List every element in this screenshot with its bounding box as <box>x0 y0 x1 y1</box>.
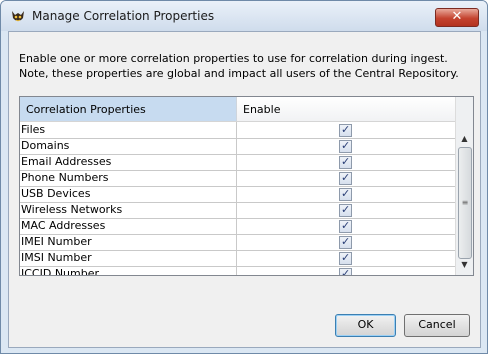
checkmark-icon: ✓ <box>341 123 351 136</box>
table-row[interactable]: USB Devices ✓ <box>20 186 455 203</box>
property-name: Phone Numbers <box>21 171 109 184</box>
enable-checkbox[interactable]: ✓ <box>339 155 352 169</box>
correlation-properties-table: Correlation Properties Enable Files ✓ Do… <box>19 96 474 276</box>
column-header-enable[interactable]: Enable <box>237 97 455 121</box>
enable-checkbox[interactable]: ✓ <box>339 219 352 233</box>
property-name: MAC Addresses <box>21 219 106 232</box>
table-header: Correlation Properties Enable <box>20 97 455 122</box>
table-row[interactable]: Files ✓ <box>20 122 455 139</box>
scrollbar-thumb[interactable]: ≡ <box>458 147 472 259</box>
enable-checkbox[interactable]: ✓ <box>339 171 352 185</box>
grip-icon: ≡ <box>461 198 469 207</box>
dialog-window: Manage Correlation Properties ✕ Enable o… <box>0 0 488 354</box>
title-bar[interactable]: Manage Correlation Properties ✕ <box>1 1 487 31</box>
table-row[interactable]: MAC Addresses ✓ <box>20 218 455 235</box>
property-name: Wireless Networks <box>21 203 123 216</box>
table-row[interactable]: IMEI Number ✓ <box>20 234 455 251</box>
description-text: Enable one or more correlation propertie… <box>19 52 459 80</box>
table-row[interactable]: Wireless Networks ✓ <box>20 202 455 219</box>
table-body: Files ✓ Domains ✓ Email Addresses ✓ Phon… <box>20 122 455 275</box>
checkmark-icon: ✓ <box>341 203 351 216</box>
property-name: Files <box>21 123 46 136</box>
table-row[interactable]: Phone Numbers ✓ <box>20 170 455 187</box>
close-button[interactable]: ✕ <box>435 8 479 27</box>
checkmark-icon: ✓ <box>341 187 351 200</box>
ok-button[interactable]: OK <box>335 314 396 337</box>
property-name: USB Devices <box>21 187 91 200</box>
enable-checkbox[interactable]: ✓ <box>339 267 352 275</box>
dialog-content: Enable one or more correlation propertie… <box>8 31 481 348</box>
table-row[interactable]: ICCID Number ✓ <box>20 266 455 275</box>
property-name: IMSI Number <box>21 251 92 264</box>
table-row[interactable]: IMSI Number ✓ <box>20 250 455 267</box>
property-name: Domains <box>21 139 70 152</box>
property-name: Email Addresses <box>21 155 112 168</box>
enable-checkbox[interactable]: ✓ <box>339 187 352 201</box>
app-logo-icon <box>12 11 24 22</box>
checkmark-icon: ✓ <box>341 219 351 232</box>
checkmark-icon: ✓ <box>341 267 351 275</box>
checkmark-icon: ✓ <box>341 171 351 184</box>
enable-checkbox[interactable]: ✓ <box>339 123 352 137</box>
table-row[interactable]: Domains ✓ <box>20 138 455 155</box>
enable-checkbox[interactable]: ✓ <box>339 203 352 217</box>
window-title: Manage Correlation Properties <box>32 9 215 23</box>
checkmark-icon: ✓ <box>341 139 351 152</box>
scroll-up-arrow-icon[interactable]: ▲ <box>456 131 473 146</box>
enable-checkbox[interactable]: ✓ <box>339 251 352 265</box>
checkmark-icon: ✓ <box>341 235 351 248</box>
enable-checkbox[interactable]: ✓ <box>339 139 352 153</box>
scroll-down-arrow-icon[interactable]: ▼ <box>456 257 473 272</box>
close-icon: ✕ <box>451 9 463 24</box>
checkmark-icon: ✓ <box>341 251 351 264</box>
column-header-correlation-properties[interactable]: Correlation Properties <box>20 97 237 121</box>
property-name: ICCID Number <box>21 267 100 275</box>
enable-checkbox[interactable]: ✓ <box>339 235 352 249</box>
property-name: IMEI Number <box>21 235 92 248</box>
checkmark-icon: ✓ <box>341 155 351 168</box>
cancel-button[interactable]: Cancel <box>404 314 470 337</box>
table-row[interactable]: Email Addresses ✓ <box>20 154 455 171</box>
vertical-scrollbar[interactable]: ▲ ≡ ▼ <box>455 97 473 275</box>
